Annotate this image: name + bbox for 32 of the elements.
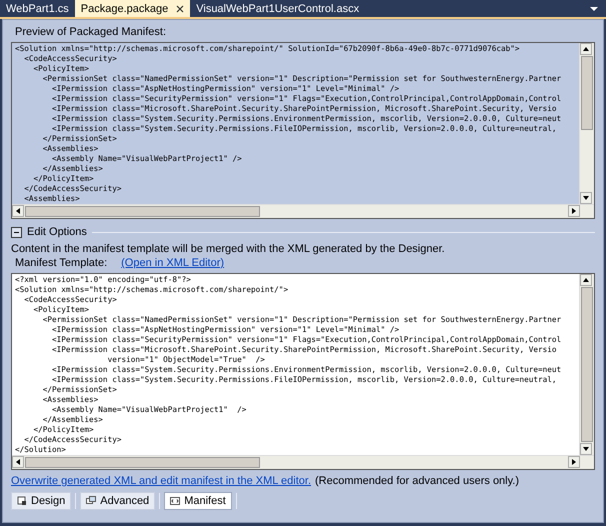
section-label: Preview of Packaged Manifest:	[15, 26, 168, 38]
collapse-icon[interactable]	[11, 226, 22, 238]
scroll-left-icon[interactable]	[15, 208, 21, 214]
note-text: (Recommended for advanced users only.)	[315, 475, 520, 487]
view-tab[interactable]: Design	[11, 492, 72, 510]
open-editor-link[interactable]: (Open in XML Editor)	[121, 257, 224, 269]
horizontal-scrollbar[interactable]	[12, 204, 594, 218]
manifest-template-editor[interactable]	[11, 273, 595, 470]
group-title: Edit Options	[27, 226, 87, 238]
scroll-up-icon[interactable]	[583, 46, 589, 52]
scroll-up-icon[interactable]	[583, 277, 589, 283]
scroll-left-icon[interactable]	[15, 459, 21, 465]
scroll-right-icon[interactable]	[571, 459, 577, 465]
vertical-scrollbar[interactable]	[579, 274, 594, 455]
scroll-right-icon[interactable]	[571, 208, 577, 214]
view-tab[interactable]: Manifest	[164, 492, 232, 510]
field-label: Manifest Template:	[15, 257, 108, 269]
document-tab[interactable]: VisualWebPart1UserControl.ascx	[190, 0, 366, 17]
vertical-scrollbar[interactable]	[579, 43, 594, 204]
close-icon[interactable]	[176, 4, 184, 12]
overwrite-link[interactable]: Overwrite generated XML and edit manifest in the XML editor.	[11, 475, 312, 487]
description-text: Content in the manifest template will be merged with the XML generated by the Designer.	[11, 243, 446, 255]
form-icon	[17, 496, 27, 506]
code-icon	[170, 496, 180, 506]
horizontal-scrollbar[interactable]	[12, 455, 594, 469]
document-tab[interactable]: WebPart1.cs	[0, 0, 75, 17]
dropdown-icon[interactable]	[590, 6, 598, 12]
scroll-down-icon[interactable]	[583, 446, 589, 452]
scroll-down-icon[interactable]	[583, 195, 589, 201]
document-tab[interactable]: Package.package	[74, 0, 190, 17]
view-tab[interactable]: Advanced	[80, 492, 156, 510]
window-icon	[86, 496, 96, 506]
